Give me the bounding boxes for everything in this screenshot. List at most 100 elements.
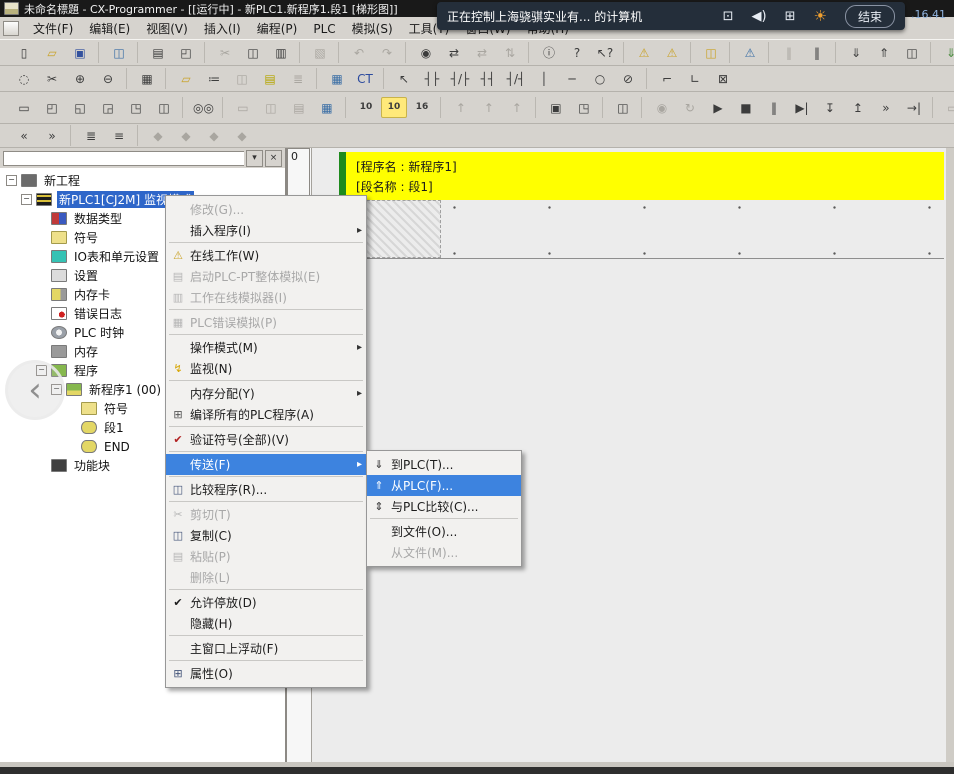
menu-item-work-online[interactable]: ⚠在线工作(W) — [166, 245, 366, 266]
find-button[interactable]: ◉ — [413, 42, 439, 63]
contact-button[interactable]: ┤├ — [419, 68, 445, 89]
differential-monitor-2-button[interactable]: ↑ — [476, 97, 502, 118]
sim-stop-button[interactable]: ■ — [733, 97, 759, 118]
ct-view-button[interactable]: CT — [352, 68, 378, 89]
closed-contact-button[interactable]: ┤/├ — [447, 68, 473, 89]
step-in-button[interactable]: ↧ — [817, 97, 843, 118]
menu-item-work-online-simulator[interactable]: ▥工作在线模拟器(I) — [166, 287, 366, 308]
menu-item-to-plc[interactable]: ⇓到PLC(T)... — [367, 454, 521, 475]
replace-button[interactable]: ⇄ — [441, 42, 467, 63]
outdent-button[interactable]: » — [39, 125, 65, 146]
bookmark-2-button[interactable]: ◆ — [173, 125, 199, 146]
bookmark-3-button[interactable]: ◆ — [201, 125, 227, 146]
window-tile-2-button[interactable]: ◱ — [67, 97, 93, 118]
menu-item-compare-with-plc[interactable]: ⇕与PLC比较(C)... — [367, 496, 521, 517]
show-annotations-button[interactable]: ≡ — [106, 125, 132, 146]
menu-item-verify-symbols-all[interactable]: ✔验证符号(全部)(V) — [166, 429, 366, 450]
expand-collapse-box[interactable]: − — [6, 175, 17, 186]
compare-project-button[interactable]: ◫ — [106, 42, 132, 63]
differential-monitor-1-button[interactable]: ↑ — [448, 97, 474, 118]
menu-item-compile-all-plc-programs[interactable]: ⊞编译所有的PLC程序(A) — [166, 404, 366, 425]
menu-item-allow-docking[interactable]: ✔允许停放(D) — [166, 592, 366, 613]
pause-hand-button[interactable]: ◉ — [649, 97, 675, 118]
monitor-mode-button[interactable]: ⚠ — [659, 42, 685, 63]
pause-monitoring-button[interactable]: ‖ — [776, 42, 802, 63]
rising-edge-button[interactable]: ⌐ — [654, 68, 680, 89]
work-online-button[interactable]: ⚠ — [631, 42, 657, 63]
menu-item-properties[interactable]: ⊞属性(O) — [166, 663, 366, 684]
sim-transfer-to-button[interactable]: ▣ — [543, 97, 569, 118]
context-help-button[interactable]: ↖? — [592, 42, 618, 63]
watch-sheet-button[interactable]: ◫ — [258, 97, 284, 118]
or-contact-button[interactable]: ┤┤ — [475, 68, 501, 89]
redo-button[interactable]: ↷ — [374, 42, 400, 63]
menu-e[interactable]: 编辑(E) — [81, 20, 138, 38]
auto-online-button[interactable]: ⚠ — [737, 42, 763, 63]
tree-filter-combo[interactable] — [3, 151, 244, 166]
step-run-button[interactable]: ▶| — [789, 97, 815, 118]
monitor-signed-decimal-button[interactable]: 10 — [381, 97, 407, 118]
menu-item-insert-program[interactable]: 插入程序(I)▸ — [166, 220, 366, 241]
remote-end-button[interactable]: 结束 — [845, 5, 895, 28]
menu-s[interactable]: 模拟(S) — [344, 20, 401, 38]
sim-compare-button[interactable]: ◫ — [610, 97, 636, 118]
paste-button[interactable]: ▥ — [268, 42, 294, 63]
step-out-button[interactable]: ↥ — [845, 97, 871, 118]
sim-pause-button[interactable]: ‖ — [761, 97, 787, 118]
monitor-hex-button[interactable]: 16 — [409, 97, 435, 118]
symbols-table-button[interactable]: ▱ — [173, 68, 199, 89]
menu-v[interactable]: 视图(V) — [138, 20, 196, 38]
continuous-step-button[interactable]: » — [873, 97, 899, 118]
instruction-invert-button[interactable]: ⊠ — [710, 68, 736, 89]
remote-back-button[interactable]: ‹ — [5, 360, 65, 420]
menu-item-modify[interactable]: 修改(G)... — [166, 199, 366, 220]
menu-plc[interactable]: PLC — [305, 20, 343, 38]
sunflower-icon[interactable]: ☀ — [814, 9, 827, 24]
zoom-default-button[interactable]: ◌ — [11, 68, 37, 89]
menu-item-paste[interactable]: ▤粘贴(P) — [166, 546, 366, 567]
zoom-out-button[interactable]: ⊖ — [95, 68, 121, 89]
closed-coil-button[interactable]: ⊘ — [615, 68, 641, 89]
cross-ref-report-button[interactable]: ▤ — [286, 97, 312, 118]
show-rung-comments-button[interactable]: ≣ — [78, 125, 104, 146]
menu-item-compare-program[interactable]: ◫比较程序(R)... — [166, 479, 366, 500]
menu-item-from-file[interactable]: 从文件(M)... — [367, 542, 521, 563]
local-symbols-button[interactable]: ≔ — [201, 68, 227, 89]
menu-item-operating-mode[interactable]: 操作模式(M)▸ — [166, 337, 366, 358]
menu-i[interactable]: 插入(I) — [196, 20, 249, 38]
menu-item-plc-error-simulation[interactable]: ▦PLC错误模拟(P) — [166, 312, 366, 333]
tree-item-new-project[interactable]: −新工程 — [0, 171, 285, 190]
open-file-button[interactable]: ▱ — [39, 42, 65, 63]
change-all-button[interactable]: ⇄ — [469, 42, 495, 63]
data-monitor-button[interactable]: ▦ — [324, 68, 350, 89]
tree-dropdown-button[interactable]: ▾ — [246, 150, 263, 167]
cross-reference-button[interactable]: ◫ — [229, 68, 255, 89]
cut-button[interactable]: ✂ — [212, 42, 238, 63]
tree-close-button[interactable]: × — [265, 150, 282, 167]
speaker-icon[interactable]: ◀) — [752, 10, 767, 23]
menu-item-transfer[interactable]: 传送(F)▸ — [166, 454, 366, 475]
download-to-plc-button[interactable]: ⇓ — [843, 42, 869, 63]
menu-item-from-plc[interactable]: ⇑从PLC(F)... — [367, 475, 521, 496]
grid-toggle-button[interactable]: ▦ — [134, 68, 160, 89]
monitor-data-window-button[interactable]: ▦ — [314, 97, 340, 118]
print-button[interactable]: ▤ — [145, 42, 171, 63]
window-tile-1-button[interactable]: ◰ — [39, 97, 65, 118]
transfer-program-to-button[interactable]: ⇓ — [938, 42, 954, 63]
window-tile-3-button[interactable]: ◲ — [95, 97, 121, 118]
horizontal-line-button[interactable]: ─ — [559, 68, 585, 89]
pause-button[interactable]: ‖ — [804, 42, 830, 63]
menu-item-cut[interactable]: ✂剪切(T) — [166, 504, 366, 525]
rung-comment-banner[interactable]: [程序名 : 新程序1] [段名称 : 段1] — [339, 152, 944, 200]
sim-transfer-from-button[interactable]: ◳ — [571, 97, 597, 118]
menu-item-copy[interactable]: ◫复制(C) — [166, 525, 366, 546]
force-status-button[interactable]: ↑ — [504, 97, 530, 118]
new-file-button[interactable]: ▯ — [11, 42, 37, 63]
compare-with-plc-button-button[interactable]: ◫ — [899, 42, 925, 63]
menu-item-hide[interactable]: 隐藏(H) — [166, 613, 366, 634]
menu-item-start-plc-pt-simulation[interactable]: ▤启动PLC-PT整体模拟(E) — [166, 266, 366, 287]
menu-p[interactable]: 编程(P) — [249, 20, 306, 38]
print-preview-button[interactable]: ◰ — [173, 42, 199, 63]
save-button[interactable]: ▣ — [67, 42, 93, 63]
menu-item-float-in-main-window[interactable]: 主窗口上浮动(F) — [166, 638, 366, 659]
